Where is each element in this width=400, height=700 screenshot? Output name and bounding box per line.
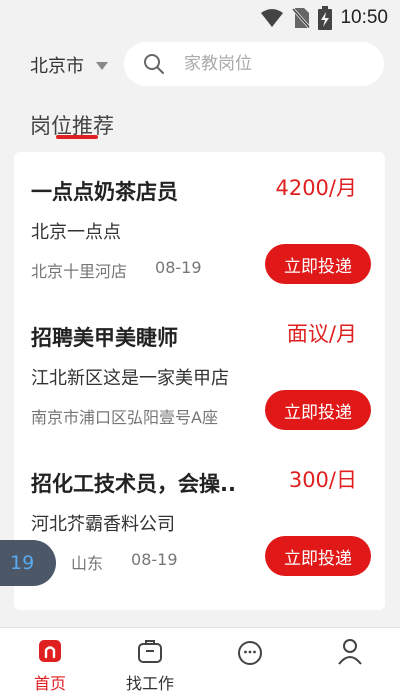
job-title: 招聘美甲美睫师 (31, 326, 178, 350)
message-icon (238, 641, 262, 665)
tab-label: 首页 (33, 674, 66, 693)
tab-profile[interactable] (310, 628, 390, 700)
job-card[interactable]: 招聘美甲美睫师 面议/月 江北新区这是一家美甲店 南京市浦口区弘阳壹号A座 立即… (14, 298, 385, 444)
briefcase-icon (138, 640, 162, 663)
chevron-down-icon (96, 62, 108, 70)
clock: 10:50 (340, 7, 388, 28)
wifi-icon (261, 9, 284, 27)
job-list: 一点点奶茶店员 4200/月 北京一点点 北京十里河店 08-19 立即投递 招… (14, 152, 385, 610)
battery-icon (318, 6, 333, 30)
search-input[interactable] (184, 54, 374, 74)
tab-bar: 首页 找工作 (0, 627, 400, 700)
apply-button[interactable]: 立即投递 (265, 390, 371, 430)
job-salary: 300/日 (288, 468, 357, 492)
job-card[interactable]: 一点点奶茶店员 4200/月 北京一点点 北京十里河店 08-19 立即投递 (14, 152, 385, 298)
job-date: 08-19 (155, 258, 202, 277)
job-location: 山东 (71, 554, 104, 573)
job-salary: 4200/月 (275, 176, 357, 200)
job-meta: 南京市浦口区弘阳壹号A座 (31, 404, 218, 428)
search-row: 北京市 (0, 42, 400, 88)
city-label: 北京市 (30, 56, 84, 77)
job-title: 招化工技术员，会操.. (31, 472, 236, 496)
tab-home[interactable]: 首页 (10, 628, 90, 700)
job-meta: 北京十里河店 08-19 (31, 258, 202, 282)
tab-jobs[interactable]: 找工作 (110, 628, 190, 700)
apply-button[interactable]: 立即投递 (265, 244, 371, 284)
job-company: 河北芥霸香料公司 (31, 514, 175, 535)
job-location: 北京十里河店 (31, 262, 128, 281)
job-card[interactable]: 招化工技术员，会操.. 300/日 河北芥霸香料公司 山东 08-19 立即投递 (14, 444, 385, 590)
tab-messages[interactable] (210, 628, 290, 700)
no-sim-icon (292, 8, 311, 28)
tab-label: 找工作 (125, 674, 174, 693)
job-title: 一点点奶茶店员 (31, 180, 178, 204)
job-salary: 面议/月 (286, 322, 357, 346)
job-company: 北京一点点 (31, 222, 121, 243)
job-date: 08-19 (131, 550, 178, 569)
job-location: 南京市浦口区弘阳壹号A座 (31, 408, 218, 427)
search-box[interactable] (124, 42, 384, 86)
search-icon (144, 54, 164, 74)
apply-button[interactable]: 立即投递 (265, 536, 371, 576)
job-company: 江北新区这是一家美甲店 (31, 368, 229, 389)
status-icons: 10:50 (260, 6, 388, 30)
section-underline (56, 135, 98, 139)
user-icon (338, 639, 362, 665)
status-bar: 10:50 (0, 0, 400, 36)
floating-badge[interactable]: 19 (0, 540, 56, 586)
city-selector[interactable]: 北京市 (30, 52, 108, 78)
home-icon (39, 640, 61, 662)
